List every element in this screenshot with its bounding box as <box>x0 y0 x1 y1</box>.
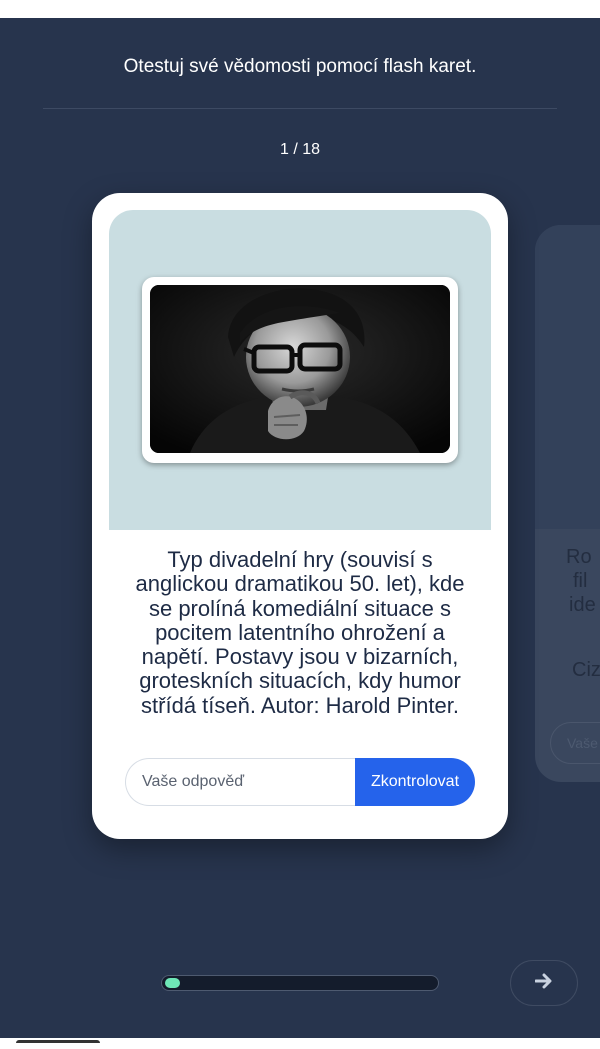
next-card-button[interactable] <box>510 960 578 1006</box>
answer-row: Zkontrolovat <box>125 758 475 806</box>
arrow-right-icon <box>534 973 553 994</box>
progress-fill <box>165 978 180 988</box>
flashcard-panel: Otestuj své vědomosti pomocí flash karet… <box>0 18 600 1038</box>
next-card-line: Ro <box>566 546 592 568</box>
divider <box>43 108 557 109</box>
check-answer-button[interactable]: Zkontrolovat <box>355 758 475 806</box>
portrait-photo <box>150 285 450 453</box>
next-card-line: ide <box>569 594 596 616</box>
next-card-hint: Ciz <box>572 659 600 681</box>
photo-frame <box>142 277 458 463</box>
intro-text: Otestuj své vědomosti pomocí flash karet… <box>123 56 477 77</box>
flashcard: Typ divadelní hry (souvisí s anglickou d… <box>92 193 508 839</box>
next-card-question: Ro fil ide <box>566 545 600 617</box>
partial-heading-glyph <box>16 1040 100 1049</box>
next-card-answer-input: Vaše <box>550 722 600 764</box>
next-flashcard-preview[interactable]: Ro fil ide Ciz Vaše <box>535 225 600 782</box>
progress-bar <box>161 975 439 991</box>
next-card-line: fil <box>573 570 588 592</box>
answer-input[interactable] <box>125 758 370 806</box>
card-counter: 1 / 18 <box>279 141 321 158</box>
next-card-image-area <box>535 225 600 529</box>
card-image-area <box>109 210 491 530</box>
card-question: Typ divadelní hry (souvisí s anglickou d… <box>135 547 465 718</box>
